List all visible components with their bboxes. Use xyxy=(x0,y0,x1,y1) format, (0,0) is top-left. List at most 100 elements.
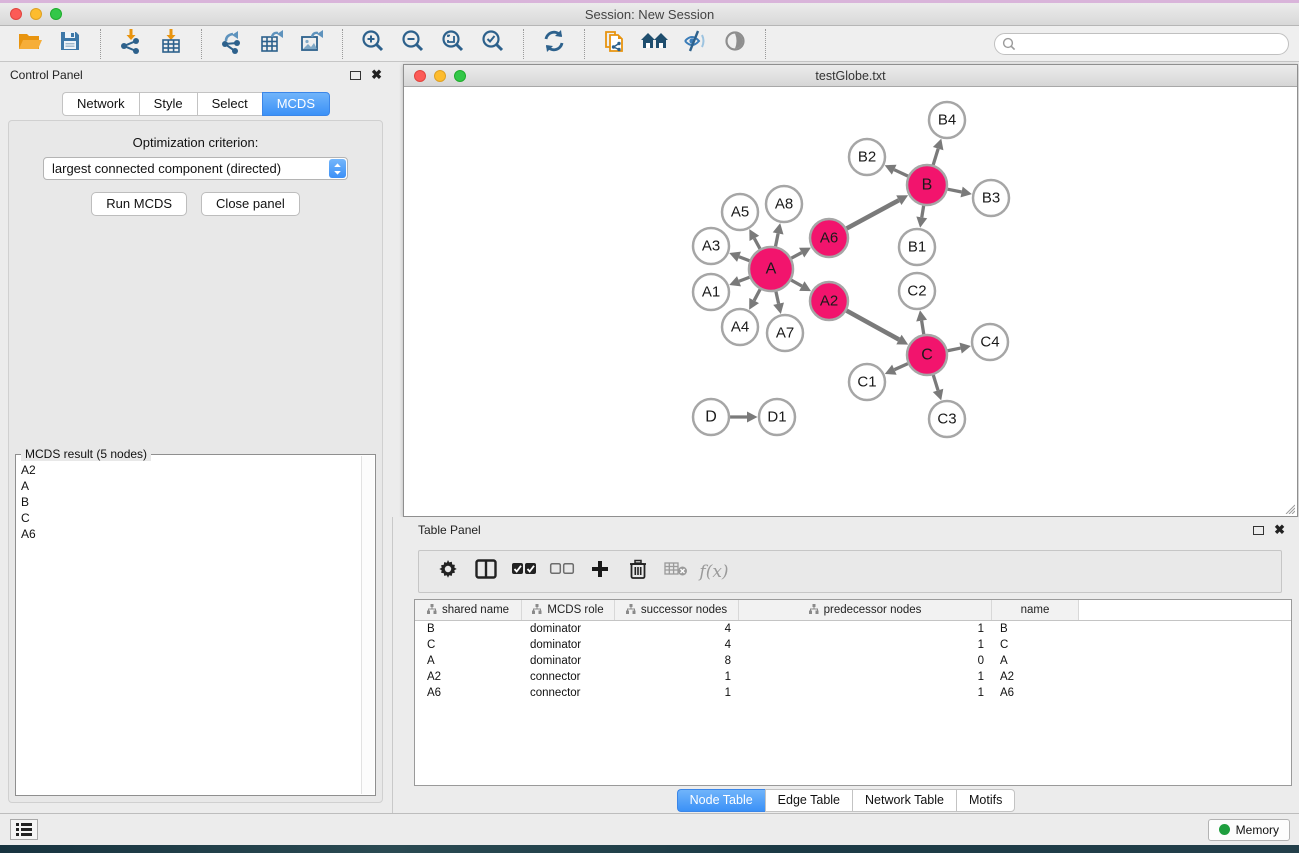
edge-C-C2[interactable] xyxy=(922,321,924,335)
save-session-button[interactable] xyxy=(50,29,90,59)
zoom-in-button[interactable] xyxy=(353,29,393,59)
edge-A-A2[interactable] xyxy=(791,280,802,286)
tab-network[interactable]: Network xyxy=(62,92,139,116)
column-header-shared-name[interactable]: shared name xyxy=(415,600,522,620)
close-table-panel-icon[interactable]: ✖ xyxy=(1274,525,1285,535)
network-graph[interactable]: AA1A2A3A4A5A6A7A8BB1B2B3B4CC1C2C3C4DD1 xyxy=(404,88,1297,516)
tab-select[interactable]: Select xyxy=(197,92,262,116)
export-network-button[interactable] xyxy=(212,29,252,59)
mcds-result-item[interactable]: A2 xyxy=(17,462,361,478)
edge-C-C1[interactable] xyxy=(894,364,907,370)
node-C[interactable]: C xyxy=(907,335,947,375)
edge-A2-C[interactable] xyxy=(847,311,899,340)
network-view-window[interactable]: testGlobe.txt AA1A2A3A4A5A6A7A8BB1B2B3B4… xyxy=(403,64,1298,517)
table-header-row[interactable]: shared nameMCDS rolesuccessor nodesprede… xyxy=(415,600,1291,621)
column-header-name[interactable]: name xyxy=(992,600,1079,620)
float-table-panel-icon[interactable] xyxy=(1253,526,1264,535)
delete-columns-button[interactable] xyxy=(619,556,657,588)
node-A5[interactable]: A5 xyxy=(722,194,758,230)
mcds-result-item[interactable]: B xyxy=(17,494,361,510)
mcds-result-item[interactable]: C xyxy=(17,510,361,526)
zoom-out-button[interactable] xyxy=(393,29,433,59)
node-A4[interactable]: A4 xyxy=(722,309,758,345)
show-graphics-details-button[interactable] xyxy=(715,29,755,59)
node-B1[interactable]: B1 xyxy=(899,229,935,265)
edge-C-C3[interactable] xyxy=(933,375,938,390)
select-all-columns-button[interactable] xyxy=(505,556,543,588)
tab-edge-table[interactable]: Edge Table xyxy=(765,789,852,812)
tab-node-table[interactable]: Node Table xyxy=(677,789,765,812)
node-A7[interactable]: A7 xyxy=(767,315,803,351)
search-box[interactable] xyxy=(994,33,1289,55)
edge-B-B3[interactable] xyxy=(948,189,962,192)
node-B2[interactable]: B2 xyxy=(849,139,885,175)
export-image-button[interactable] xyxy=(292,29,332,59)
node-A3[interactable]: A3 xyxy=(693,228,729,264)
network-window-titlebar[interactable]: testGlobe.txt xyxy=(404,65,1297,87)
task-history-button[interactable] xyxy=(10,819,38,840)
refresh-layout-button[interactable] xyxy=(534,29,574,59)
node-C1[interactable]: C1 xyxy=(849,364,885,400)
create-column-button[interactable] xyxy=(581,556,619,588)
table-row-B[interactable]: Bdominator41B xyxy=(415,621,1291,637)
run-mcds-button[interactable]: Run MCDS xyxy=(91,192,187,216)
column-header-MCDS-role[interactable]: MCDS role xyxy=(522,600,615,620)
column-header-successor-nodes[interactable]: successor nodes xyxy=(615,600,739,620)
edge-A-A6[interactable] xyxy=(791,253,801,259)
import-table-button[interactable] xyxy=(151,29,191,59)
edge-A-A5[interactable] xyxy=(754,238,760,248)
show-columns-button[interactable] xyxy=(467,556,505,588)
export-table-button[interactable] xyxy=(252,29,292,59)
duplicate-network-button[interactable] xyxy=(595,29,635,59)
edge-B-B1[interactable] xyxy=(922,206,924,218)
node-D[interactable]: D xyxy=(693,399,729,435)
edge-A-A7[interactable] xyxy=(776,291,779,303)
table-mode-gear-button[interactable] xyxy=(429,556,467,588)
table-row-A6[interactable]: A6connector11A6 xyxy=(415,685,1291,701)
column-header-predecessor-nodes[interactable]: predecessor nodes xyxy=(739,600,992,620)
edge-B-B4[interactable] xyxy=(933,149,938,165)
table-row-C[interactable]: Cdominator41C xyxy=(415,637,1291,653)
network-canvas[interactable]: AA1A2A3A4A5A6A7A8BB1B2B3B4CC1C2C3C4DD1 xyxy=(404,88,1297,516)
tab-motifs[interactable]: Motifs xyxy=(956,789,1015,812)
node-A8[interactable]: A8 xyxy=(766,186,802,222)
edge-A-A3[interactable] xyxy=(739,257,750,261)
memory-button[interactable]: Memory xyxy=(1208,819,1290,841)
node-C3[interactable]: C3 xyxy=(929,401,965,437)
mcds-result-item[interactable]: A xyxy=(17,478,361,494)
edge-A6-B[interactable] xyxy=(847,200,899,228)
node-A6[interactable]: A6 xyxy=(810,219,848,257)
node-D1[interactable]: D1 xyxy=(759,399,795,435)
node-table[interactable]: shared nameMCDS rolesuccessor nodesprede… xyxy=(414,599,1292,786)
close-panel-button[interactable]: Close panel xyxy=(201,192,300,216)
mcds-result-list[interactable]: A2ABCA6 xyxy=(17,462,361,794)
result-list-scrollbar[interactable] xyxy=(361,456,374,794)
table-row-A[interactable]: Adominator80A xyxy=(415,653,1291,669)
window-titlebar[interactable]: Session: New Session xyxy=(0,3,1299,26)
node-A2[interactable]: A2 xyxy=(810,282,848,320)
node-A[interactable]: A xyxy=(749,247,793,291)
float-panel-icon[interactable] xyxy=(350,71,361,80)
node-B4[interactable]: B4 xyxy=(929,102,965,138)
home-button[interactable] xyxy=(635,29,675,59)
search-input[interactable] xyxy=(994,33,1289,55)
node-B[interactable]: B xyxy=(907,165,947,205)
edge-A-A4[interactable] xyxy=(754,289,760,300)
import-network-button[interactable] xyxy=(111,29,151,59)
tab-network-table[interactable]: Network Table xyxy=(852,789,956,812)
node-C2[interactable]: C2 xyxy=(899,273,935,309)
node-A1[interactable]: A1 xyxy=(693,274,729,310)
hide-graphics-details-button[interactable] xyxy=(675,29,715,59)
mcds-result-item[interactable]: A6 xyxy=(17,526,361,542)
tab-style[interactable]: Style xyxy=(139,92,197,116)
edge-A-A1[interactable] xyxy=(739,277,750,281)
table-row-A2[interactable]: A2connector11A2 xyxy=(415,669,1291,685)
unselect-all-columns-button[interactable] xyxy=(543,556,581,588)
close-panel-icon[interactable]: ✖ xyxy=(371,70,382,80)
edge-C-C4[interactable] xyxy=(948,348,961,351)
node-C4[interactable]: C4 xyxy=(972,324,1008,360)
edge-B-B2[interactable] xyxy=(894,170,908,176)
edge-A-A8[interactable] xyxy=(776,233,779,246)
open-session-button[interactable] xyxy=(10,29,50,59)
window-resize-grip[interactable] xyxy=(1283,502,1295,514)
